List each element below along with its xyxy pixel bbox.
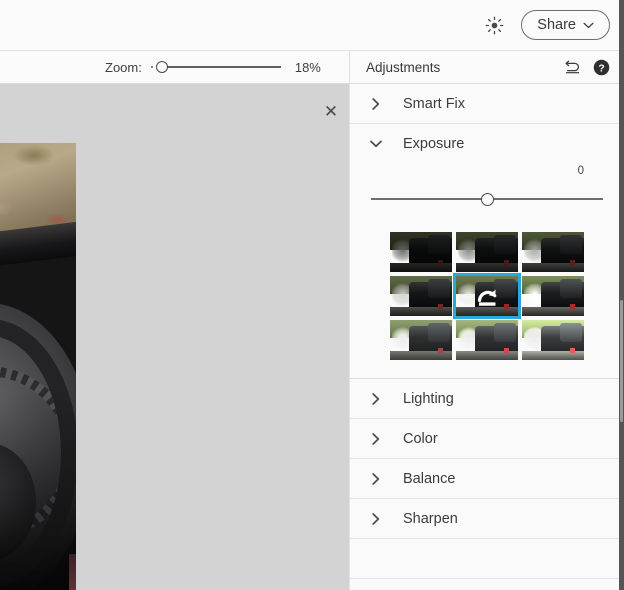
exposure-body: 0 — [350, 163, 624, 378]
exposure-value: 0 — [577, 165, 584, 177]
exposure-slider[interactable] — [371, 189, 603, 209]
exposure-variant-9[interactable] — [522, 320, 584, 360]
section-header-balance[interactable]: Balance — [350, 459, 624, 498]
section-exposure: Exposure 0 — [350, 124, 624, 379]
zoom-slider-handle[interactable] — [155, 61, 168, 73]
exposure-slider-handle[interactable] — [480, 192, 494, 206]
exposure-variant-8[interactable] — [456, 320, 518, 360]
zoom-toolbar: Zoom: 18% — [0, 51, 349, 84]
undo-icon[interactable] — [565, 60, 582, 75]
exposure-variant-4[interactable] — [390, 276, 452, 316]
zoom-label: Zoom: — [105, 59, 142, 75]
chevron-right-icon — [369, 512, 382, 525]
exposure-value-row: 0 — [350, 163, 624, 189]
close-icon[interactable]: ✕ — [317, 97, 345, 125]
section-lighting: Lighting — [350, 379, 624, 419]
exposure-variant-6[interactable] — [522, 276, 584, 316]
image-canvas[interactable]: ✕ — [0, 84, 349, 590]
section-label-sharpen: Sharpen — [403, 510, 458, 527]
adjustments-panel: Adjustments ? Smart Fix Exposure 0 Light… — [349, 51, 624, 590]
section-sharpen: Sharpen — [350, 499, 624, 539]
panel-scrollbar-thumb[interactable] — [620, 300, 623, 422]
section-color: Color — [350, 419, 624, 459]
chevron-down-icon — [369, 137, 382, 150]
photo-editor-window: Share Zoom: 18% ✕ Adjustments ? Smart Fi… — [0, 0, 624, 590]
canvas-photo — [0, 143, 76, 590]
page-title: Adjustments — [366, 59, 441, 75]
window-right-edge — [619, 0, 624, 590]
section-label-exposure: Exposure — [403, 135, 465, 152]
top-toolbar: Share — [0, 0, 624, 51]
section-label-lighting: Lighting — [403, 390, 454, 407]
section-next-partial — [350, 539, 624, 579]
share-button-label: Share — [537, 17, 576, 33]
reset-arrow-icon[interactable] — [456, 276, 518, 316]
photo-content — [0, 143, 76, 590]
zoom-slider[interactable] — [150, 58, 281, 76]
share-button[interactable]: Share — [521, 10, 610, 40]
exposure-variant-7[interactable] — [390, 320, 452, 360]
section-header-lighting[interactable]: Lighting — [350, 379, 624, 418]
zoom-slider-min-tick — [150, 66, 153, 68]
section-header-next-partial[interactable] — [350, 539, 624, 578]
photo-shading — [0, 143, 76, 590]
section-label-smart-fix: Smart Fix — [403, 95, 466, 112]
exposure-variant-2[interactable] — [456, 232, 518, 272]
section-smart-fix: Smart Fix — [350, 84, 624, 124]
section-label-color: Color — [403, 430, 438, 447]
chevron-right-icon — [369, 432, 382, 445]
section-balance: Balance — [350, 459, 624, 499]
section-header-sharpen[interactable]: Sharpen — [350, 499, 624, 538]
zoom-slider-track — [158, 66, 281, 68]
chevron-right-icon — [369, 97, 382, 110]
brightness-icon[interactable] — [479, 10, 509, 40]
zoom-percentage: 18% — [294, 59, 321, 75]
exposure-variant-3[interactable] — [522, 232, 584, 272]
photo-edge-strip — [69, 554, 76, 590]
exposure-variant-1[interactable] — [390, 232, 452, 272]
adjustments-panel-header: Adjustments ? — [350, 51, 624, 84]
chevron-right-icon — [369, 392, 382, 405]
chevron-down-icon — [583, 22, 594, 28]
exposure-thumbnail-grid — [350, 232, 624, 360]
section-header-exposure[interactable]: Exposure — [350, 124, 624, 163]
section-header-color[interactable]: Color — [350, 419, 624, 458]
chevron-right-icon — [369, 472, 382, 485]
help-circle-icon[interactable]: ? — [593, 59, 610, 76]
exposure-variant-5[interactable] — [453, 273, 521, 319]
section-header-smart-fix[interactable]: Smart Fix — [350, 84, 624, 123]
svg-text:?: ? — [598, 63, 604, 74]
section-label-balance: Balance — [403, 470, 456, 487]
